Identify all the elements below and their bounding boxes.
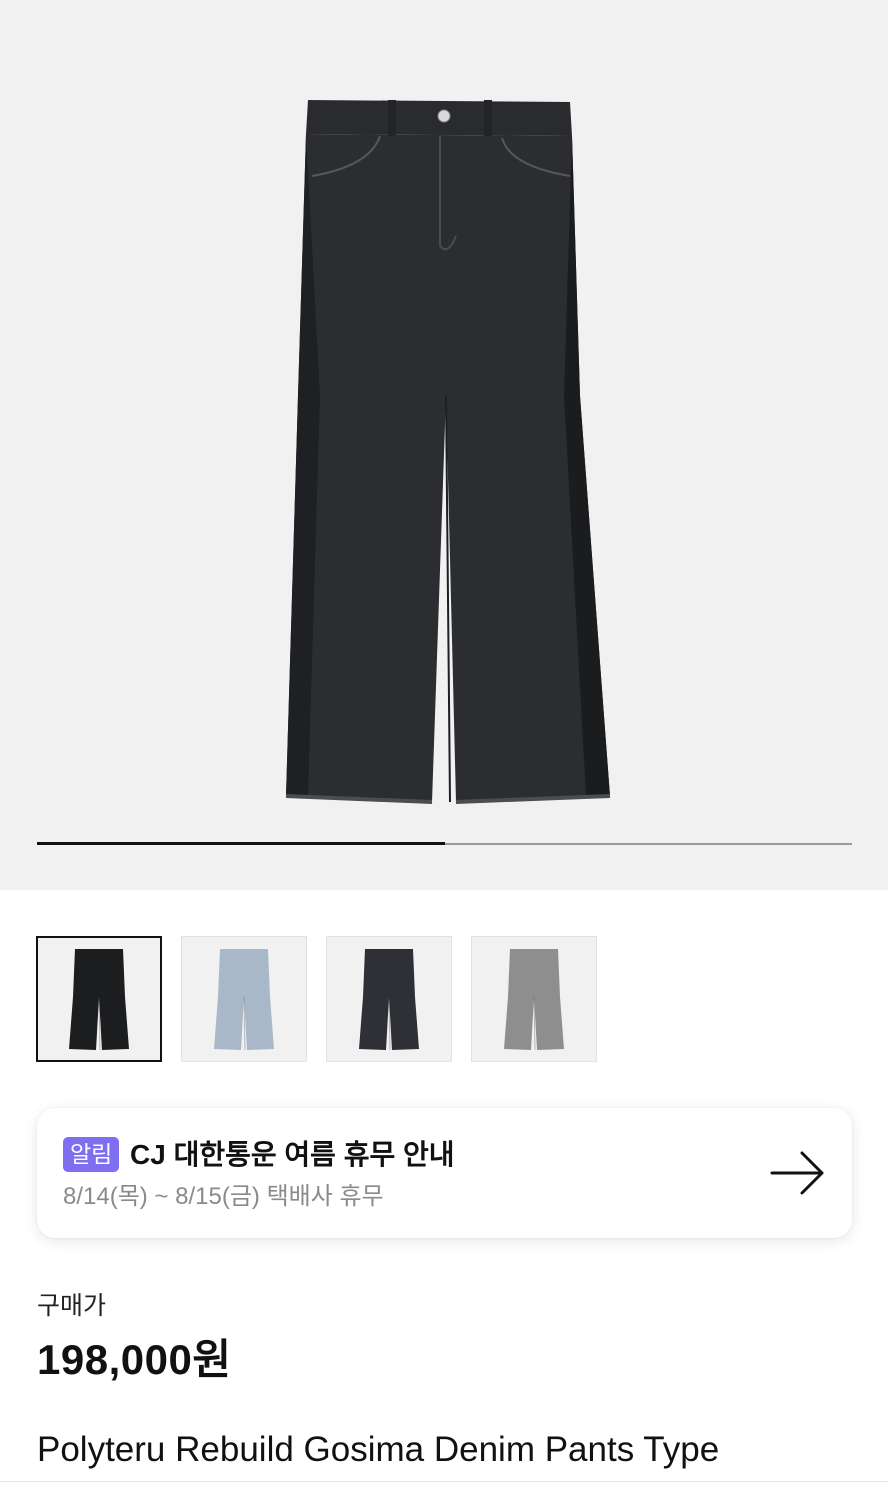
thumbnail-1[interactable] [36,936,162,1062]
thumbnail-3[interactable] [326,936,452,1062]
gallery-progress-bar [37,842,852,845]
pants-thumbnail-image [359,949,419,1051]
price-label: 구매가 [37,1292,107,1320]
shipping-notice-banner[interactable]: 알림 CJ 대한통운 여름 휴무 안내 8/14(목) ~ 8/15(금) 택배… [37,1108,852,1238]
thumbnail-strip [36,936,597,1062]
pants-thumbnail-image [214,949,274,1051]
price-value: 198,000원 [37,1336,232,1383]
notice-title: CJ 대한통운 여름 휴무 안내 [130,1139,455,1170]
gallery-progress-fill [37,842,445,845]
product-name: Polyteru Rebuild Gosima Denim Pants Type [37,1430,720,1469]
product-image-gallery[interactable] [0,0,888,890]
arrow-right-icon[interactable] [770,1150,826,1196]
notice-subtitle: 8/14(목) ~ 8/15(금) 택배사 휴무 [63,1183,384,1210]
pants-thumbnail-image [69,949,129,1051]
thumbnail-4[interactable] [471,936,597,1062]
pants-thumbnail-image [504,949,564,1051]
notice-badge: 알림 [63,1137,120,1172]
thumbnail-2[interactable] [181,936,307,1062]
divider [0,1481,888,1482]
product-main-image [285,100,611,804]
